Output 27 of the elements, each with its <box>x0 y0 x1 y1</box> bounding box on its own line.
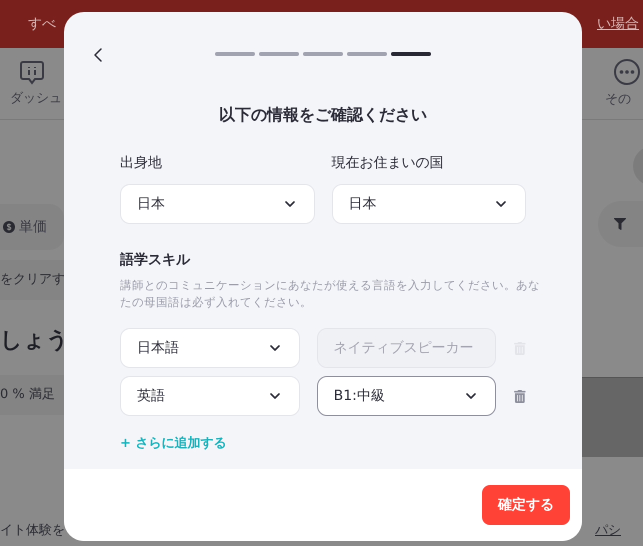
field-label: 現在お住まいの国 <box>332 154 444 173</box>
filter-button[interactable] <box>598 201 643 247</box>
price-filter[interactable]: 単価 <box>0 204 64 250</box>
nav-item[interactable]: その <box>605 90 631 110</box>
field-label: 出身地 <box>120 154 163 173</box>
nav-item[interactable]: ダッシュ <box>10 88 62 108</box>
footer-text: イト体験を <box>0 522 64 540</box>
filter-icon <box>614 218 626 230</box>
banner-link[interactable]: い場合 <box>597 14 639 34</box>
more-icon[interactable] <box>613 58 641 86</box>
footer-link[interactable]: パシ <box>595 520 621 540</box>
select-field[interactable]: 英語 <box>120 376 300 416</box>
heading-text: しょう <box>0 327 64 355</box>
section-title: 語学スキル <box>120 251 192 270</box>
section-description: 講師とのコミュニケーションにあなたが使える言語を入力してください。あなたの母国語は必ず入れてください。 <box>120 277 540 311</box>
modal-title: 以下の情報をご確認ください <box>218 104 428 126</box>
chat-info-icon[interactable] <box>19 58 45 85</box>
confirm-button[interactable]: 確定する <box>482 485 570 525</box>
select-field[interactable]: B1:中級 <box>316 376 496 416</box>
banner-text: すべ <box>28 14 56 34</box>
trash-icon[interactable] <box>514 390 526 402</box>
add-more-link[interactable]: + さらに追加する <box>120 436 226 451</box>
select-field[interactable]: 日本 <box>332 184 526 224</box>
guarantee-text: 0 % 満足 <box>0 386 55 404</box>
dollar-icon <box>3 221 15 233</box>
select-field[interactable]: 日本 <box>120 184 314 224</box>
clear-text: をクリアす <box>0 271 64 290</box>
